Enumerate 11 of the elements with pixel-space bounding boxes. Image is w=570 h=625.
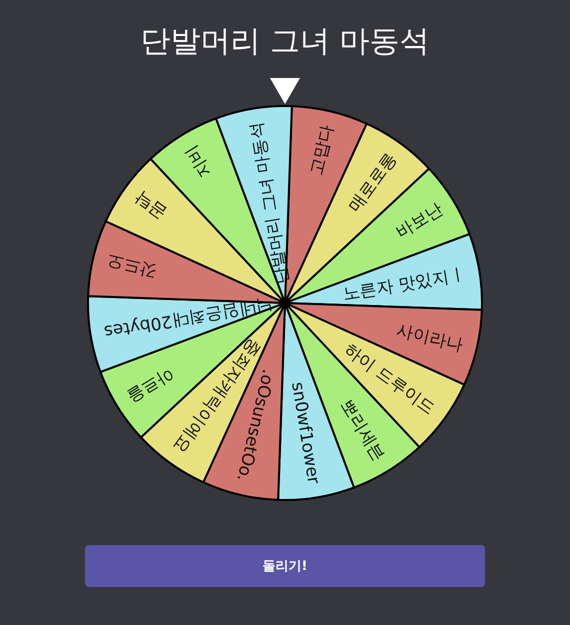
- segment-label: sn0wf1ower: [287, 380, 324, 486]
- spin-button[interactable]: 돌리기!: [85, 545, 485, 587]
- segment-label: 곰탁: [131, 187, 170, 224]
- pointer-icon: [270, 78, 300, 104]
- segment-label: 고맙다: [306, 122, 338, 178]
- segment-label: 갓드오: [104, 250, 160, 282]
- segment-label: 지비: [181, 142, 216, 182]
- segment-label: 노른자 맛있지ㅣ: [341, 264, 468, 304]
- segment-label: 단발머리 그녀 마동석: [246, 120, 293, 286]
- segment-label: 사이라나: [394, 320, 466, 356]
- page-title: 단발머리 그녀 마동석: [140, 23, 430, 61]
